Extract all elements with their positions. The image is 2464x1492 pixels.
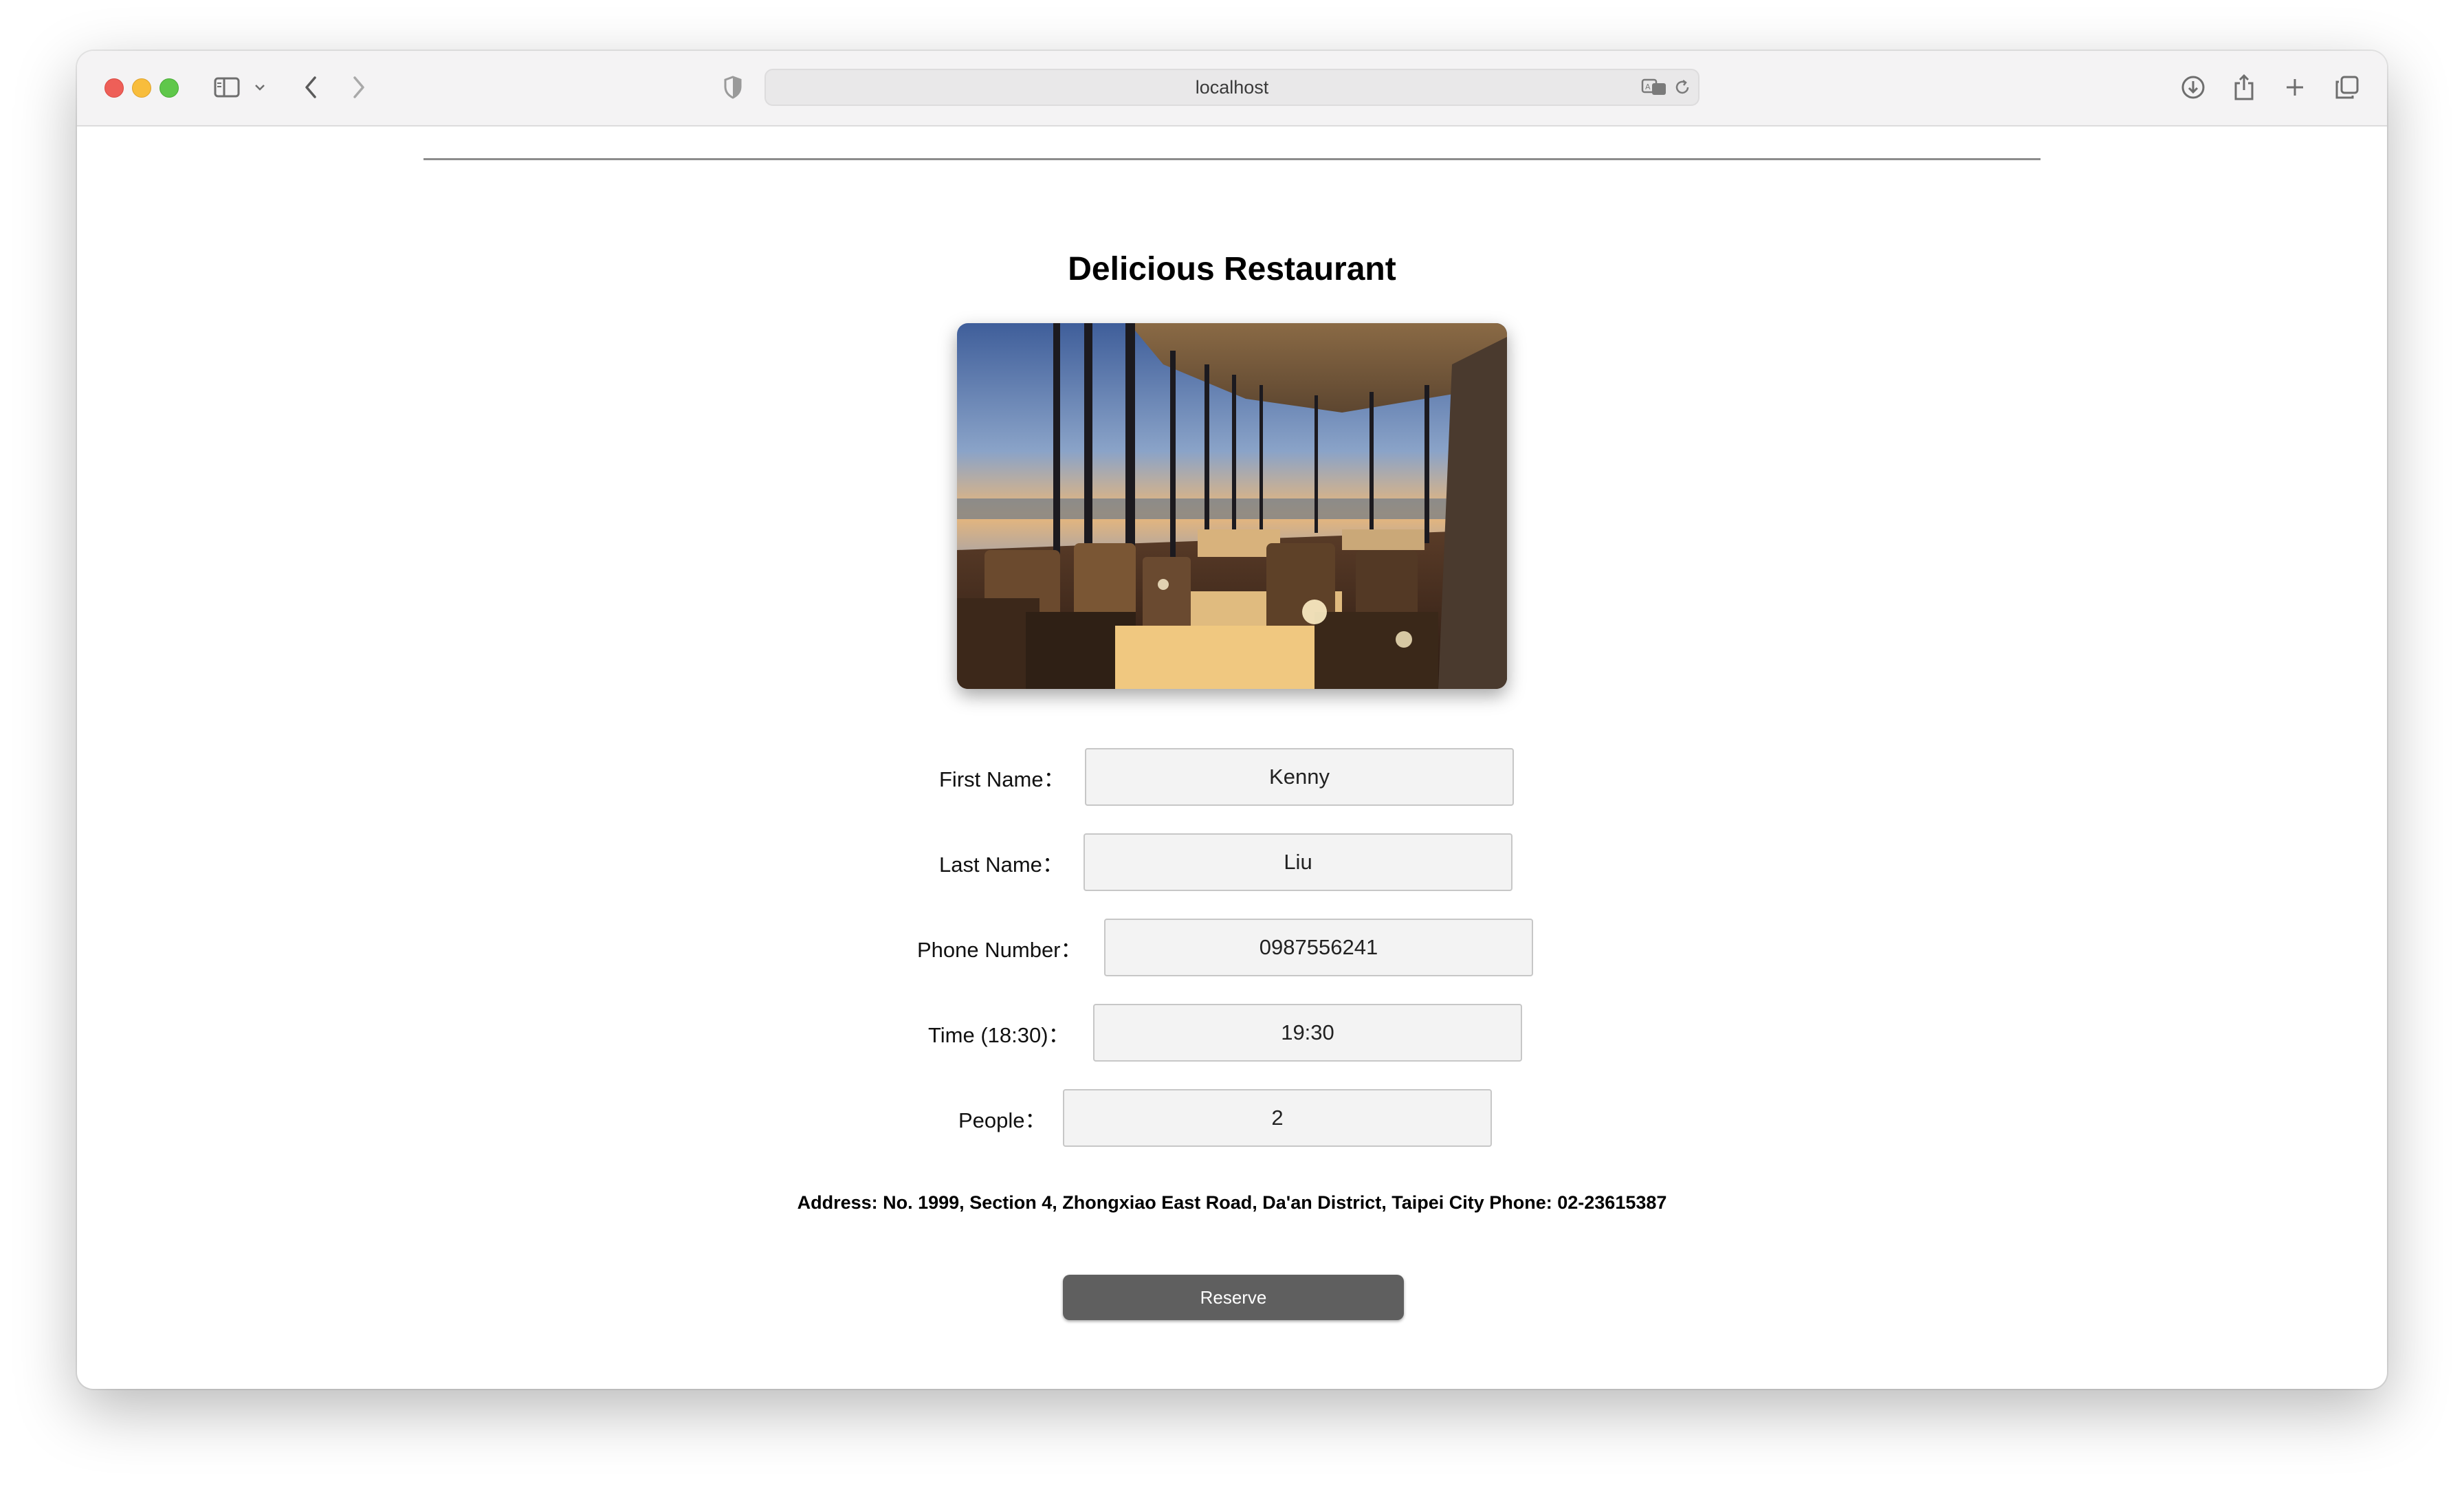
minimize-window-button[interactable] — [132, 78, 151, 98]
address-text: Address: No. 1999, Section 4, Zhongxiao … — [797, 1192, 1667, 1213]
phone-input[interactable] — [1104, 919, 1533, 976]
browser-window: localhost A Delicious Restaurant Delicio… — [77, 51, 2387, 1389]
phone-row: Phone Number： — [77, 919, 2387, 976]
svg-text:A: A — [1645, 83, 1651, 91]
time-row: Time (18:30)： — [77, 1004, 2387, 1062]
people-input[interactable] — [1063, 1089, 1492, 1147]
shield-icon[interactable] — [719, 72, 747, 103]
time-label: Time (18:30)： — [928, 1022, 1070, 1047]
new-tab-icon[interactable] — [2281, 72, 2309, 103]
page-title: Delicious Restaurant — [1068, 251, 1396, 287]
first-name-row: First Name： — [77, 748, 2387, 806]
zoom-window-button[interactable] — [160, 78, 179, 98]
reload-icon[interactable] — [1672, 72, 1693, 103]
forward-icon[interactable] — [345, 72, 373, 103]
last-name-label: Last Name： — [939, 852, 1064, 877]
last-name-row: Last Name： — [77, 833, 2387, 891]
first-name-label: First Name： — [939, 767, 1065, 791]
sidebar-icon[interactable] — [212, 72, 242, 103]
tabs-overview-icon[interactable] — [2332, 72, 2362, 103]
address-bar[interactable]: localhost A — [764, 69, 1700, 106]
phone-label: Phone Number： — [917, 937, 1082, 962]
browser-toolbar: localhost A — [77, 51, 2387, 127]
back-icon[interactable] — [297, 72, 324, 103]
close-window-button[interactable] — [104, 78, 124, 98]
download-icon[interactable] — [2178, 72, 2208, 103]
people-row: People： — [77, 1089, 2387, 1147]
people-label: People： — [958, 1108, 1046, 1132]
reserve-button[interactable]: Reserve — [1063, 1275, 1404, 1320]
share-icon[interactable] — [2230, 72, 2258, 103]
translate-icon[interactable]: A — [1639, 72, 1669, 103]
restaurant-photo — [957, 323, 1507, 689]
chevron-down-icon[interactable] — [252, 72, 268, 103]
time-input[interactable] — [1093, 1004, 1522, 1062]
first-name-input[interactable] — [1085, 748, 1514, 806]
last-name-input[interactable] — [1084, 833, 1512, 891]
url-text: localhost — [1195, 76, 1269, 98]
top-divider — [424, 158, 2040, 160]
